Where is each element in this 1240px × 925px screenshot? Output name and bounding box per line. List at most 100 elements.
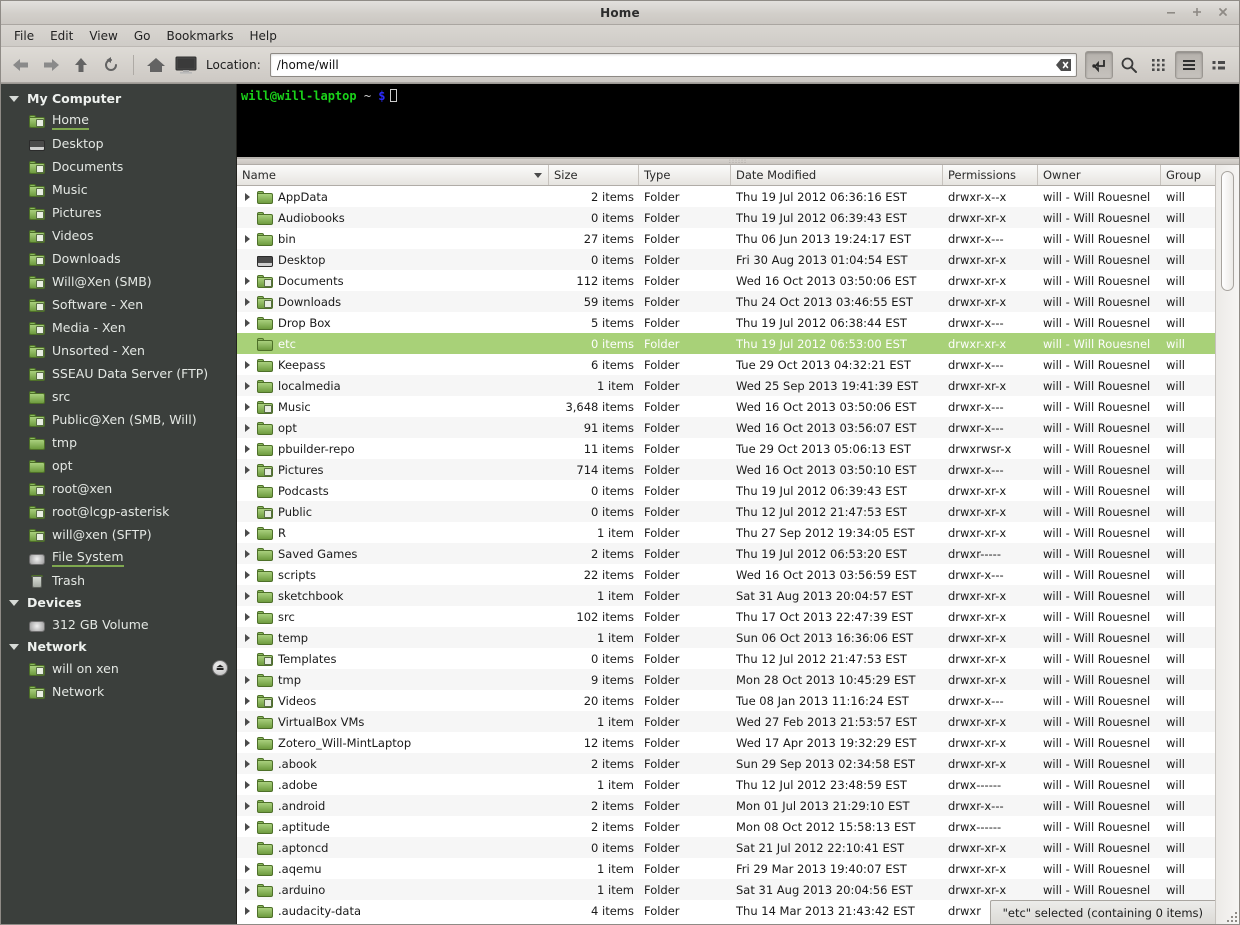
expand-triangle-icon[interactable] — [242, 885, 252, 894]
embedded-terminal[interactable]: will@will-laptop ~ $ — [237, 84, 1239, 159]
menu-view[interactable]: View — [82, 27, 124, 45]
column-header-date-modified[interactable]: Date Modified — [731, 165, 943, 185]
table-row[interactable]: .abook 2 items Folder Sun 29 Sep 2013 02:34… — [237, 753, 1239, 774]
sidebar-group-network[interactable]: Network — [1, 636, 236, 657]
sidebar-item-will-xen-smb[interactable]: Will@Xen (SMB) — [1, 270, 236, 293]
expand-triangle-icon[interactable] — [242, 696, 252, 705]
expand-triangle-icon[interactable] — [242, 780, 252, 789]
table-row[interactable]: R 1 item Folder Thu 27 Sep 2012 19:34:05 ES… — [237, 522, 1239, 543]
table-row[interactable]: src 102 items Folder Thu 17 Oct 2013 22:47:… — [237, 606, 1239, 627]
table-row[interactable]: sketchbook 1 item Folder Sat 31 Aug 2013 20… — [237, 585, 1239, 606]
expand-triangle-icon[interactable] — [242, 360, 252, 369]
table-row[interactable]: Desktop 0 items Folder Fri 30 Aug 2013 01:0… — [237, 249, 1239, 270]
sidebar-item-network[interactable]: Network — [1, 680, 236, 703]
table-row[interactable]: scripts 22 items Folder Wed 16 Oct 2013 03:… — [237, 564, 1239, 585]
expand-triangle-icon[interactable] — [242, 738, 252, 747]
expand-triangle-icon[interactable] — [242, 633, 252, 642]
column-header-owner[interactable]: Owner — [1038, 165, 1161, 185]
table-row[interactable]: localmedia 1 item Folder Wed 25 Sep 2013 19… — [237, 375, 1239, 396]
reload-button[interactable] — [97, 51, 125, 79]
file-list-body[interactable]: AppData 2 items Folder Thu 19 Jul 2012 06:3… — [237, 186, 1239, 924]
scrollbar-thumb[interactable] — [1221, 171, 1234, 291]
table-row[interactable]: .aptitude 2 items Folder Mon 08 Oct 2012 15… — [237, 816, 1239, 837]
sidebar-group-my-computer[interactable]: My Computer — [1, 88, 236, 109]
expand-triangle-icon[interactable] — [242, 528, 252, 537]
sidebar-item-music[interactable]: Music — [1, 178, 236, 201]
resize-grip-icon[interactable] — [1225, 910, 1237, 922]
close-button[interactable] — [1217, 6, 1231, 20]
table-row[interactable]: Public 0 items Folder Thu 12 Jul 2012 21:47… — [237, 501, 1239, 522]
table-row[interactable]: .adobe 1 item Folder Thu 12 Jul 2012 23:48:… — [237, 774, 1239, 795]
expand-triangle-icon[interactable] — [242, 759, 252, 768]
sidebar-item-file-system[interactable]: File System — [1, 546, 236, 569]
table-row[interactable]: Keepass 6 items Folder Tue 29 Oct 2013 04:3… — [237, 354, 1239, 375]
sidebar-item-sseau-data-server-ftp[interactable]: SSEAU Data Server (FTP) — [1, 362, 236, 385]
minimize-button[interactable] — [1165, 6, 1179, 20]
sidebar-item-src[interactable]: src — [1, 385, 236, 408]
computer-button[interactable] — [172, 51, 200, 79]
sidebar-item-public-xen-smb-will[interactable]: Public@Xen (SMB, Will) — [1, 408, 236, 431]
expand-triangle-icon[interactable] — [242, 612, 252, 621]
location-input[interactable] — [270, 53, 1056, 76]
sidebar-item-opt[interactable]: opt — [1, 454, 236, 477]
home-button[interactable] — [142, 51, 170, 79]
sidebar-item-pictures[interactable]: Pictures — [1, 201, 236, 224]
location-bar[interactable] — [269, 52, 1077, 77]
table-row[interactable]: .aqemu 1 item Folder Fri 29 Mar 2013 19:40:… — [237, 858, 1239, 879]
sidebar-item-videos[interactable]: Videos — [1, 224, 236, 247]
expand-triangle-icon[interactable] — [242, 864, 252, 873]
column-header-size[interactable]: Size — [549, 165, 639, 185]
table-row[interactable]: Audiobooks 0 items Folder Thu 19 Jul 2012 0… — [237, 207, 1239, 228]
forward-button[interactable] — [37, 51, 65, 79]
table-row[interactable]: AppData 2 items Folder Thu 19 Jul 2012 06:3… — [237, 186, 1239, 207]
sidebar-item-trash[interactable]: Trash — [1, 569, 236, 592]
table-row[interactable]: Downloads 59 items Folder Thu 24 Oct 2013 0… — [237, 291, 1239, 312]
path-entry-toggle-button[interactable] — [1085, 50, 1113, 79]
table-row[interactable]: etc 0 items Folder Thu 19 Jul 2012 06:53:00… — [237, 333, 1239, 354]
list-view-button[interactable] — [1175, 50, 1203, 79]
expand-triangle-icon[interactable] — [242, 444, 252, 453]
column-header-group[interactable]: Group — [1161, 165, 1217, 185]
expand-triangle-icon[interactable] — [242, 318, 252, 327]
expand-triangle-icon[interactable] — [242, 801, 252, 810]
sidebar[interactable]: My Computer Home Desktop Documents Music Pict… — [1, 84, 237, 924]
expand-triangle-icon[interactable] — [242, 822, 252, 831]
sidebar-group-devices[interactable]: Devices — [1, 592, 236, 613]
sidebar-item-tmp[interactable]: tmp — [1, 431, 236, 454]
column-header-type[interactable]: Type — [639, 165, 731, 185]
search-button[interactable] — [1115, 51, 1143, 79]
expand-triangle-icon[interactable] — [242, 297, 252, 306]
sidebar-item-312-gb-volume[interactable]: 312 GB Volume — [1, 613, 236, 636]
expand-triangle-icon[interactable] — [242, 276, 252, 285]
expand-triangle-icon[interactable] — [242, 465, 252, 474]
table-row[interactable]: .aptoncd 0 items Folder Sat 21 Jul 2012 22:… — [237, 837, 1239, 858]
clear-entry-icon[interactable] — [1056, 58, 1072, 72]
expand-triangle-icon[interactable] — [242, 402, 252, 411]
sidebar-item-root-lcgp-asterisk[interactable]: root@lcgp-asterisk — [1, 500, 236, 523]
expand-triangle-icon[interactable] — [242, 906, 252, 915]
sidebar-item-documents[interactable]: Documents — [1, 155, 236, 178]
table-row[interactable]: tmp 9 items Folder Mon 28 Oct 2013 10:45:29… — [237, 669, 1239, 690]
menu-go[interactable]: Go — [127, 27, 158, 45]
column-header-name[interactable]: Name — [237, 165, 549, 185]
table-row[interactable]: Drop Box 5 items Folder Thu 19 Jul 2012 06:… — [237, 312, 1239, 333]
table-row[interactable]: Pictures 714 items Folder Wed 16 Oct 2013 0… — [237, 459, 1239, 480]
back-button[interactable] — [7, 51, 35, 79]
menu-edit[interactable]: Edit — [43, 27, 80, 45]
up-button[interactable] — [67, 51, 95, 79]
sidebar-item-downloads[interactable]: Downloads — [1, 247, 236, 270]
sidebar-item-home[interactable]: Home — [1, 109, 236, 132]
sidebar-item-will-xen-sftp[interactable]: will@xen (SFTP) — [1, 523, 236, 546]
table-row[interactable]: Videos 20 items Folder Tue 08 Jan 2013 11:1… — [237, 690, 1239, 711]
menu-help[interactable]: Help — [243, 27, 284, 45]
table-row[interactable]: Saved Games 2 items Folder Thu 19 Jul 2012 … — [237, 543, 1239, 564]
sidebar-item-root-xen[interactable]: root@xen — [1, 477, 236, 500]
expand-triangle-icon[interactable] — [242, 423, 252, 432]
maximize-button[interactable] — [1191, 6, 1205, 20]
table-row[interactable]: VirtualBox VMs 1 item Folder Wed 27 Feb 201… — [237, 711, 1239, 732]
expand-triangle-icon[interactable] — [242, 570, 252, 579]
eject-icon[interactable]: ⏏ — [212, 660, 228, 676]
menu-file[interactable]: File — [7, 27, 41, 45]
table-row[interactable]: Podcasts 0 items Folder Thu 19 Jul 2012 06:… — [237, 480, 1239, 501]
sidebar-item-will-on-xen[interactable]: will on xen ⏏ — [1, 657, 236, 680]
